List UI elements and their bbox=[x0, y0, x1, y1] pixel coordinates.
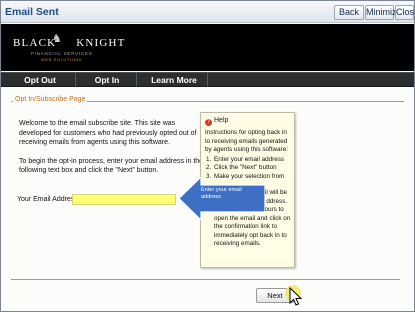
nav-opt-in[interactable]: Opt In bbox=[85, 73, 129, 87]
mouse-cursor-icon bbox=[285, 285, 303, 306]
window-title: Email Sent bbox=[5, 6, 59, 18]
email-input[interactable] bbox=[72, 194, 176, 205]
close-button[interactable]: Close bbox=[395, 5, 414, 20]
callout-text: Enter your email address bbox=[201, 187, 242, 200]
page-legend: Opt In/Subscribe Page bbox=[13, 96, 88, 103]
brand-division: WEB SOLUTIONS bbox=[41, 57, 83, 62]
brand-logo: BLACK KNIGHT bbox=[13, 37, 126, 49]
brand-name-right: KNIGHT bbox=[76, 37, 126, 49]
email-sent-window: Email Sent Back Minimize Close BLACK KNI… bbox=[0, 0, 415, 312]
nav-learn-more[interactable]: Learn More bbox=[141, 73, 207, 87]
help-header: ? Help bbox=[205, 117, 228, 126]
title-bar: Email Sent Back Minimize Close bbox=[1, 1, 414, 23]
nav-opt-out[interactable]: Opt Out bbox=[15, 73, 65, 87]
minimize-button[interactable]: Minimize bbox=[365, 5, 402, 20]
help-step: 1. Enter your email address bbox=[206, 155, 284, 163]
back-button[interactable]: Back bbox=[334, 5, 364, 20]
help-intro: Instructions for opting back in to recei… bbox=[205, 129, 288, 153]
brand-name-left: BLACK bbox=[13, 37, 57, 49]
main-nav: Opt Out Opt In Learn More bbox=[1, 72, 414, 87]
nav-divider bbox=[207, 73, 208, 87]
help-icon: ? bbox=[205, 119, 212, 126]
nav-divider bbox=[136, 73, 137, 87]
divider bbox=[11, 279, 400, 280]
help-title: Help bbox=[214, 117, 229, 124]
brand-subtitle: FINANCIAL SERVICES bbox=[31, 51, 93, 56]
email-label: Your Email Address: bbox=[17, 196, 80, 203]
brand-banner: BLACK KNIGHT ♞ FINANCIAL SERVICES WEB SO… bbox=[1, 24, 414, 71]
help-step: 2. Click the "Next" button bbox=[206, 164, 277, 171]
page-content: Opt In/Subscribe Page Welcome to the ema… bbox=[1, 88, 414, 311]
knight-icon: ♞ bbox=[52, 33, 62, 45]
instructions-paragraph: To begin the opt-in process, enter your … bbox=[19, 157, 204, 175]
intro-paragraph: Welcome to the email subscribe site. Thi… bbox=[19, 120, 197, 146]
nav-divider bbox=[75, 73, 76, 87]
intro-text: Welcome to the email subscribe site. Thi… bbox=[19, 119, 207, 185]
